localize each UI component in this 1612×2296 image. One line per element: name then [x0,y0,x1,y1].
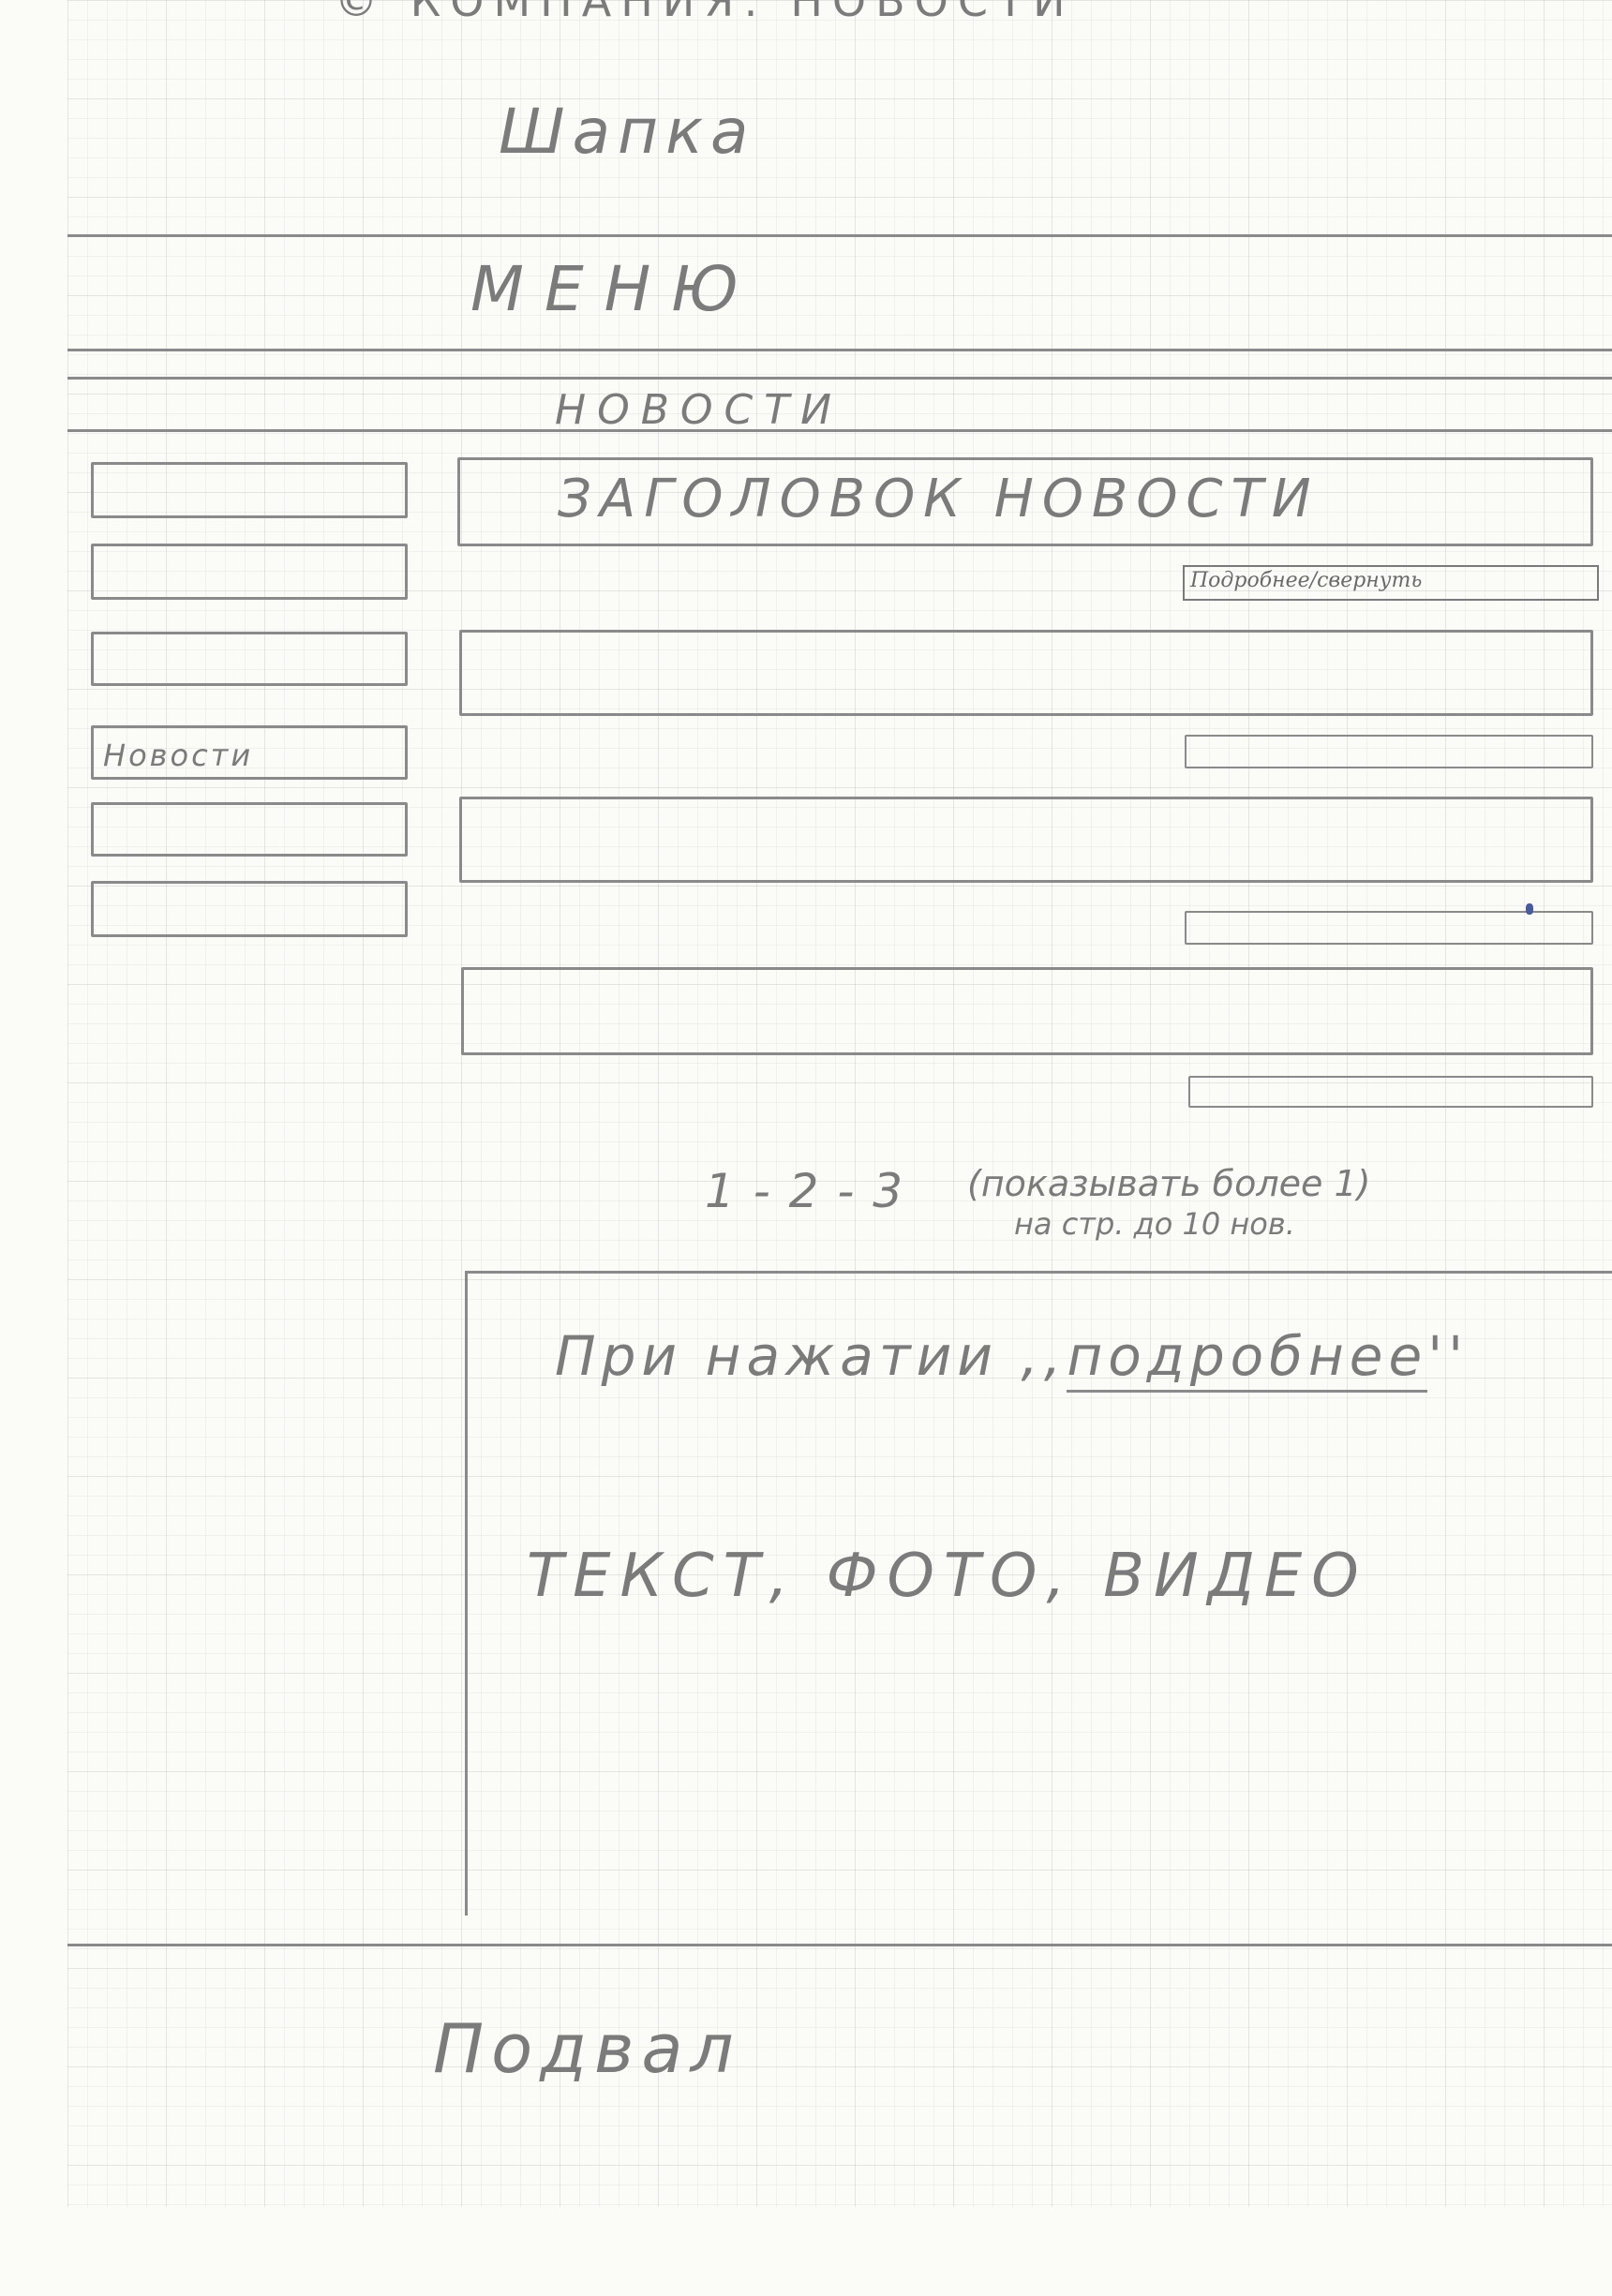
pagination-note-line1: (показывать более 1) [967,1163,1371,1204]
detail-left-border [465,1271,468,1916]
news-headline-box: ЗАГОЛОВОК НОВОСТИ [457,457,1593,546]
wireframe-sheet: © КОМПАНИЯ: НОВОСТИ Шапка МЕНЮ НОВОСТИ Н… [67,0,1612,2207]
sidebar-item-3[interactable] [91,632,408,686]
top-note: © КОМПАНИЯ: НОВОСТИ [335,0,1075,26]
detail-more-link[interactable]: подробнее [1067,1324,1428,1393]
ink-dot [1526,903,1533,915]
menu-label: МЕНЮ [470,253,759,325]
header-divider [67,234,1612,237]
news-item-1 [459,630,1593,716]
news-item-3-more-bar[interactable] [1188,1076,1593,1108]
detail-top-border [465,1271,1612,1274]
detail-instruction: При нажатии ,,подробнее'' [555,1324,1469,1393]
sidebar-item-news[interactable]: Новости [91,725,408,780]
more-collapse-link[interactable]: Подробнее/свернуть [1183,565,1599,601]
menu-divider-bottom [67,377,1612,380]
menu-divider-top [67,349,1612,351]
footer-divider [67,1944,1612,1946]
pagination-note-line2: на стр. до 10 нов. [1014,1206,1295,1242]
news-item-1-more-bar[interactable] [1185,735,1593,768]
news-item-2-more-bar[interactable] [1185,911,1593,945]
sidebar-item-2[interactable] [91,544,408,600]
detail-content-types: ТЕКСТ, ФОТО, ВИДЕО [527,1542,1368,1611]
news-item-2 [459,797,1593,883]
footer-label: Подвал [433,2009,741,2088]
section-title: НОВОСТИ [555,386,843,434]
news-item-3 [461,967,1593,1055]
sidebar-item-5[interactable] [91,802,408,857]
header-label: Шапка [499,96,756,168]
section-divider [67,429,1612,432]
sidebar-item-1[interactable] [91,462,408,518]
pagination[interactable]: 1 - 2 - 3 [705,1168,904,1215]
news-headline: ЗАГОЛОВОК НОВОСТИ [558,469,1320,529]
sidebar-item-6[interactable] [91,881,408,937]
sidebar-item-news-label: Новости [103,738,254,773]
